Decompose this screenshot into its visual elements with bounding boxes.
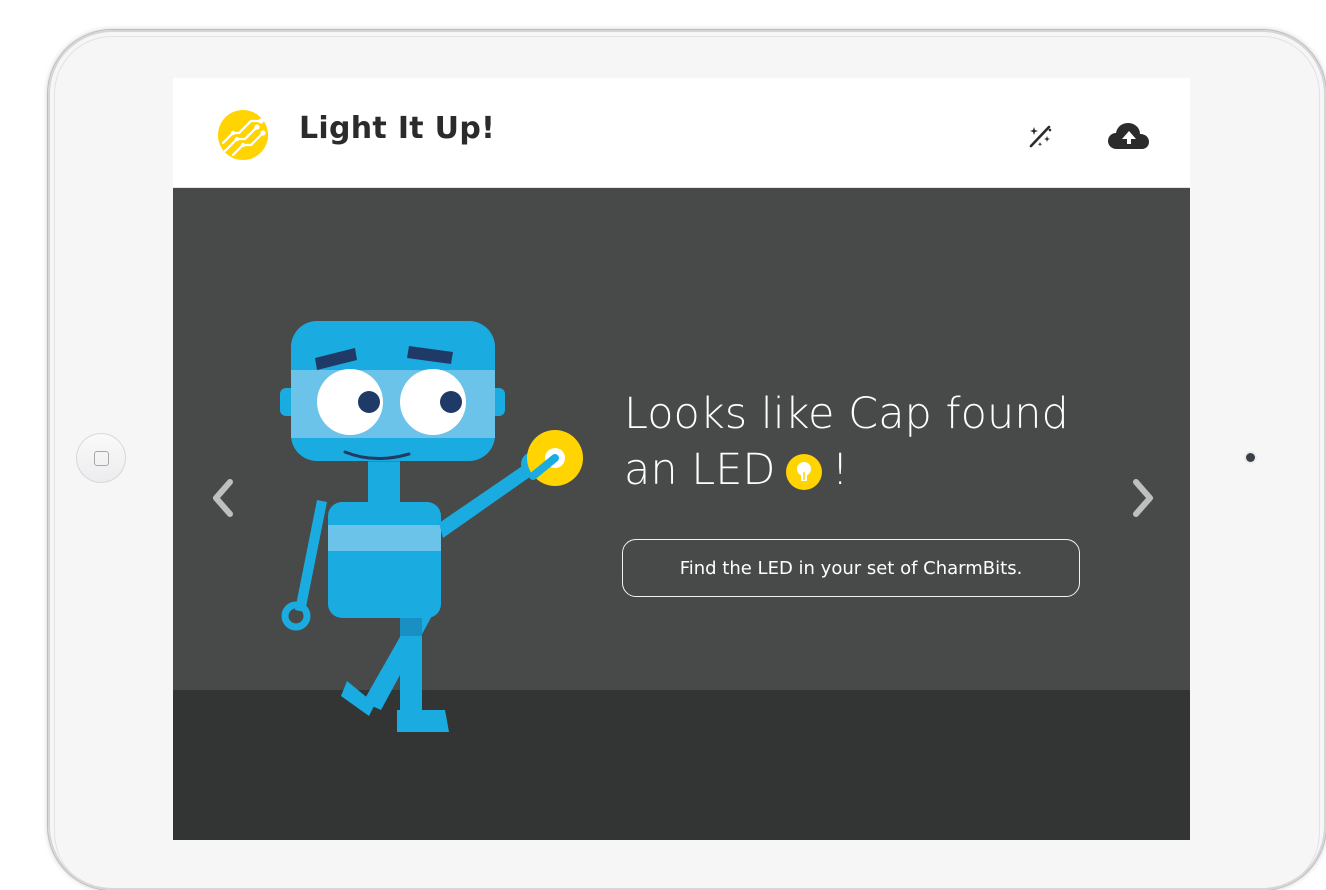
- previous-slide-button[interactable]: [203, 474, 243, 522]
- magic-wand-icon: [1029, 125, 1052, 148]
- home-square-icon: [93, 450, 109, 466]
- robot-cap-illustration: [280, 321, 583, 732]
- slide-headline: Looks like Cap found an LED !: [624, 386, 1144, 498]
- headline-line-1: Looks like Cap found: [624, 389, 1069, 439]
- instruction-bubble: Find the LED in your set of CharmBits.: [622, 539, 1080, 597]
- cloud-upload-icon: [1108, 123, 1149, 149]
- front-camera: [1246, 453, 1255, 462]
- app-screen: Light It Up! Looks like Cap found an LED…: [173, 78, 1190, 840]
- home-button[interactable]: [76, 433, 126, 483]
- headline-exclaim: !: [831, 445, 849, 495]
- circuit-logo-icon: [218, 110, 268, 160]
- cloud-upload-button[interactable]: [1104, 118, 1154, 154]
- lightbulb-icon: [785, 454, 822, 490]
- chevron-left-icon: [213, 479, 233, 517]
- magic-wand-button[interactable]: [1023, 118, 1057, 154]
- app-header: Light It Up!: [173, 78, 1190, 188]
- headline-line-2: an LED: [624, 445, 776, 495]
- app-title: Light It Up!: [299, 111, 496, 146]
